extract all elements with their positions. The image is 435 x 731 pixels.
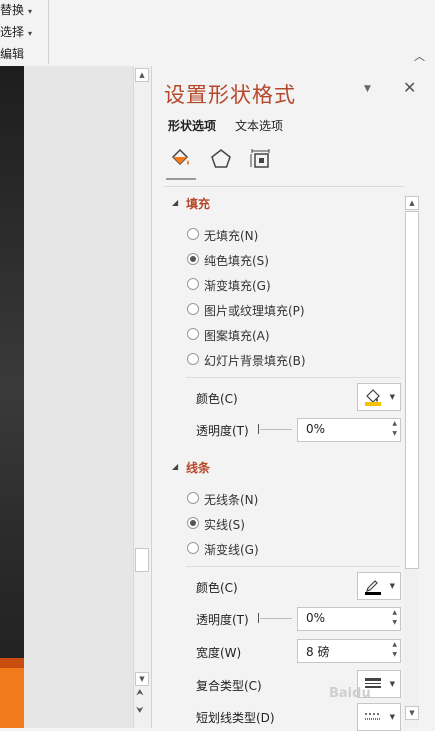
radio-solid-fill[interactable] — [187, 253, 199, 265]
line-transparency-value[interactable]: 0% — [306, 611, 325, 625]
spin-down-icon[interactable]: ▼ — [392, 619, 397, 626]
replace-label: 替换 — [0, 3, 25, 17]
paint-bucket-icon — [365, 389, 381, 406]
chevron-down-icon: ▼ — [389, 582, 395, 590]
dash-type-label: 短划线类型(D) — [196, 711, 275, 725]
chevron-down-icon: ▾ — [28, 7, 33, 16]
option-pattern-fill[interactable]: 图案填充(A) — [204, 327, 270, 344]
spin-up-icon[interactable]: ▲ — [392, 609, 397, 616]
spin-down-icon[interactable]: ▼ — [392, 651, 397, 658]
compound-type-label: 复合类型(C) — [196, 679, 262, 693]
replace-button[interactable]: 替换 ▾ — [0, 1, 32, 18]
chevron-down-icon: ▼ — [389, 713, 395, 721]
spin-up-icon[interactable]: ▲ — [392, 420, 397, 427]
watermark: Baidu — [329, 686, 371, 701]
scroll-down-icon[interactable]: ▼ — [405, 706, 419, 720]
fill-transparency-value[interactable]: 0% — [306, 422, 325, 436]
pen-icon — [365, 580, 381, 595]
spin-down-icon[interactable]: ▼ — [392, 430, 397, 437]
line-width-value[interactable]: 8 磅 — [306, 643, 329, 660]
fill-transparency-spinner[interactable]: 0% ▲ ▼ — [297, 418, 401, 442]
previous-slide-icon[interactable]: ⮝ — [136, 688, 144, 698]
option-slide-background-fill[interactable]: 幻灯片背景填充(B) — [204, 352, 306, 369]
scroll-up-icon[interactable]: ▲ — [405, 196, 419, 210]
size-properties-icon[interactable] — [249, 147, 273, 171]
radio-no-line[interactable] — [187, 492, 199, 504]
slide-orange-block — [0, 668, 24, 728]
line-width-spinner[interactable]: 8 磅 ▲ ▼ — [297, 639, 401, 663]
divider — [186, 566, 400, 567]
pane-options-dropdown-icon[interactable]: ▼ — [364, 84, 371, 94]
scroll-down-icon[interactable]: ▼ — [135, 672, 149, 686]
slide-scrollbar[interactable] — [133, 66, 151, 728]
radio-gradient-fill[interactable] — [187, 278, 199, 290]
fill-line-icon[interactable] — [168, 147, 192, 171]
radio-picture-fill[interactable] — [187, 303, 199, 315]
select-button[interactable]: 选择 ▾ — [0, 23, 32, 40]
fill-color-button[interactable]: ▼ — [357, 383, 401, 411]
line-transparency-spinner[interactable]: 0% ▲ ▼ — [297, 607, 401, 631]
chevron-down-icon: ▼ — [389, 680, 395, 688]
chevron-down-icon: ▾ — [28, 29, 33, 38]
option-gradient-fill[interactable]: 渐变填充(G) — [204, 277, 271, 294]
fill-transparency-label: 透明度(T) — [196, 424, 249, 438]
spin-up-icon[interactable]: ▲ — [392, 641, 397, 648]
option-picture-fill[interactable]: 图片或纹理填充(P) — [204, 302, 305, 319]
fill-section-title[interactable]: 填充 — [186, 195, 210, 212]
option-gradient-line[interactable]: 渐变线(G) — [204, 541, 259, 558]
option-no-fill[interactable]: 无填充(N) — [204, 227, 258, 244]
divider — [186, 377, 400, 378]
option-no-line[interactable]: 无线条(N) — [204, 491, 258, 508]
close-icon[interactable]: ✕ — [403, 78, 416, 97]
dash-lines-icon — [365, 713, 381, 720]
fill-transparency-slider-handle[interactable] — [258, 424, 259, 434]
option-solid-line[interactable]: 实线(S) — [204, 516, 245, 533]
select-label: 选择 — [0, 25, 25, 39]
scroll-up-icon[interactable]: ▲ — [135, 68, 149, 82]
collapse-ribbon-icon[interactable]: ︿ — [414, 48, 425, 64]
tab-shape-options[interactable]: 形状选项 — [168, 117, 216, 134]
fill-color-label: 颜色(C) — [196, 392, 238, 406]
pane-title: 设置形状格式 — [164, 83, 296, 107]
radio-no-fill[interactable] — [187, 228, 199, 240]
line-color-label: 颜色(C) — [196, 581, 238, 595]
line-transparency-slider[interactable] — [260, 618, 292, 619]
pane-scroll-thumb[interactable] — [405, 211, 419, 569]
next-slide-icon[interactable]: ⮟ — [136, 706, 144, 716]
slide-scroll-thumb[interactable] — [135, 548, 149, 572]
line-color-button[interactable]: ▼ — [357, 572, 401, 600]
ribbon-editing-group: 替换 ▾ 选择 ▾ 编辑 ︿ — [0, 0, 435, 67]
slide-thumbnail[interactable] — [0, 66, 24, 658]
slide-canvas-background — [24, 66, 134, 728]
line-width-label: 宽度(W) — [196, 646, 242, 660]
option-solid-fill[interactable]: 纯色填充(S) — [204, 252, 269, 269]
fill-transparency-slider[interactable] — [260, 429, 292, 430]
line-section-title[interactable]: 线条 — [186, 459, 210, 476]
radio-solid-line[interactable] — [187, 517, 199, 529]
collapse-line-icon[interactable]: ◢ — [172, 462, 178, 471]
effects-icon[interactable] — [209, 147, 233, 171]
chevron-down-icon: ▼ — [389, 393, 395, 401]
active-tab-indicator — [166, 178, 196, 180]
slide-orange-bar — [0, 658, 24, 668]
line-transparency-slider-handle[interactable] — [258, 613, 259, 623]
editing-group-label: 编辑 — [0, 47, 25, 61]
ribbon-separator — [48, 0, 49, 64]
tab-text-options[interactable]: 文本选项 — [235, 117, 283, 134]
radio-pattern-fill[interactable] — [187, 328, 199, 340]
dash-type-button[interactable]: ▼ — [357, 703, 401, 731]
radio-gradient-line[interactable] — [187, 542, 199, 554]
collapse-fill-icon[interactable]: ◢ — [172, 198, 178, 207]
line-transparency-label: 透明度(T) — [196, 613, 249, 627]
radio-slide-background-fill[interactable] — [187, 353, 199, 365]
